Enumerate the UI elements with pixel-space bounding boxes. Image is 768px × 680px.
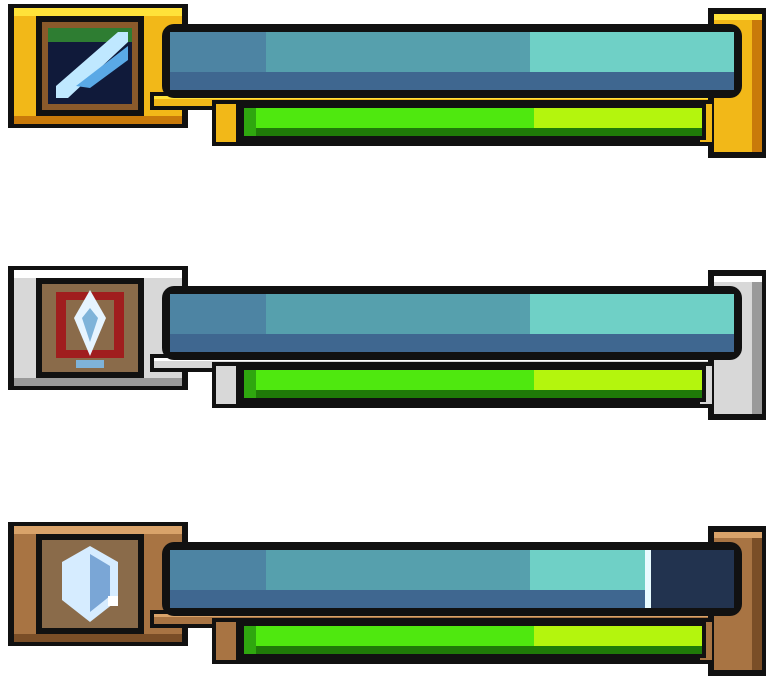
shield-bar-edge <box>645 550 651 608</box>
health-bar-shadow <box>244 646 702 654</box>
shield-bar-highlight <box>530 550 649 590</box>
shield-bar <box>162 542 742 616</box>
health-bar <box>240 366 706 402</box>
health-bar-start <box>244 626 256 654</box>
health-bar <box>240 622 706 658</box>
health-bar <box>240 104 706 140</box>
shield-bar-highlight <box>530 32 734 72</box>
health-bar-start <box>244 108 256 136</box>
shield-bar-highlight <box>530 294 734 334</box>
crystal-gem-icon <box>36 534 144 634</box>
shield-bar-shadow <box>170 72 734 90</box>
health-bar-start <box>244 370 256 398</box>
shield-bar-shadow <box>170 590 649 608</box>
unit-status-gold <box>0 0 768 160</box>
shield-bar <box>162 24 742 98</box>
unit-status-silver <box>0 262 768 422</box>
unit-hud-stage <box>0 0 768 680</box>
unit-status-bronze <box>0 518 768 678</box>
shield-bar <box>162 286 742 360</box>
health-bar-shadow <box>244 128 702 136</box>
sword-slash-icon <box>36 16 144 116</box>
shield-bar-shadow <box>170 334 734 352</box>
crest-shield-icon <box>36 278 144 378</box>
health-bar-shadow <box>244 390 702 398</box>
